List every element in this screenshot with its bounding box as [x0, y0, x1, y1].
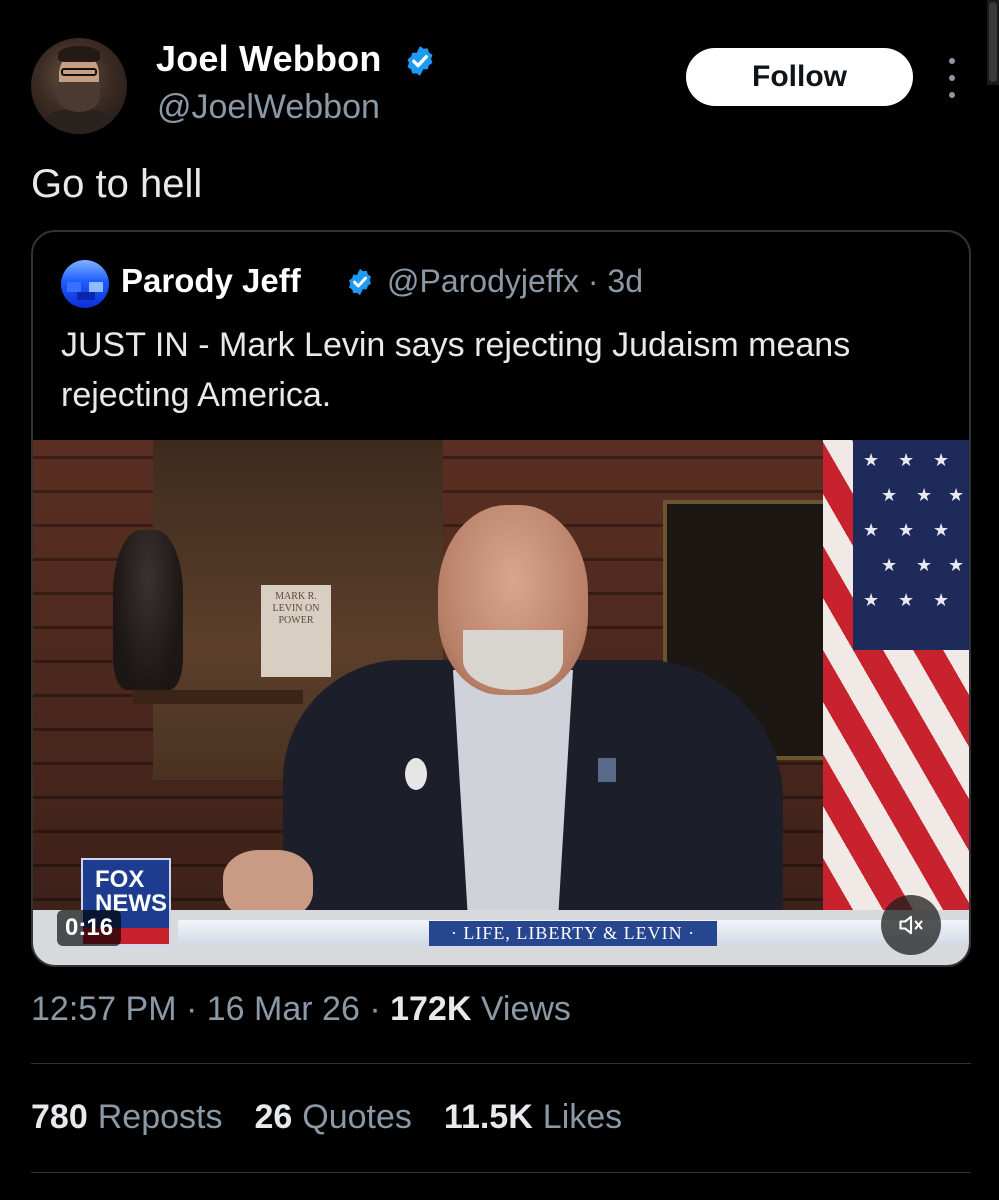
star-icon: ★ — [933, 520, 950, 540]
author-avatar[interactable] — [31, 38, 127, 134]
reposts-count: 780 — [31, 1098, 88, 1136]
star-icon: ★ — [863, 450, 880, 470]
star-icon: ★ — [881, 485, 898, 505]
video-lapel-pin — [405, 758, 427, 790]
star-icon: ★ — [898, 590, 915, 610]
video-player[interactable]: MARK R. LEVIN ON POWER ★ ★ ★ ★ ★ ★ ★ ★ ★… — [33, 440, 969, 965]
video-shelf — [133, 690, 303, 704]
quoted-display-name[interactable]: Parody Jeff — [121, 262, 301, 300]
scrollbar-thumb[interactable] — [989, 2, 997, 82]
views-count: 172K — [390, 990, 472, 1028]
avatar-pixel — [89, 282, 103, 292]
engagement-stats: 780 Reposts 26 Quotes 11.5K Likes — [31, 1098, 622, 1137]
divider — [31, 1172, 971, 1173]
avatar-pixel — [77, 292, 95, 300]
quotes-count: 26 — [254, 1098, 293, 1136]
views-label: Views — [480, 990, 571, 1028]
separator-dot: · — [587, 263, 599, 299]
reposts-stat[interactable]: 780 Reposts — [31, 1098, 222, 1137]
quotes-stat[interactable]: 26 Quotes — [254, 1098, 411, 1137]
likes-label: Likes — [542, 1098, 623, 1136]
quoted-handle[interactable]: @Parodyjeffx — [387, 263, 579, 299]
tweet-time[interactable]: 12:57 PM — [31, 990, 177, 1028]
author-handle[interactable]: @JoelWebbon — [157, 88, 380, 127]
lower-third-bar: · LIFE, LIBERTY & LEVIN · — [178, 920, 968, 946]
star-icon: ★ — [916, 555, 933, 575]
follow-button[interactable]: Follow — [686, 48, 913, 106]
page-scrollbar[interactable] — [987, 0, 999, 85]
author-display-name[interactable]: Joel Webbon — [156, 38, 382, 80]
star-icon: ★ — [948, 485, 965, 505]
avatar-pixel — [67, 282, 81, 292]
video-time-remaining: 0:16 — [57, 910, 122, 946]
star-icon: ★ — [933, 590, 950, 610]
likes-count: 11.5K — [443, 1098, 533, 1136]
quotes-label: Quotes — [302, 1098, 412, 1136]
verified-badge-icon — [407, 46, 433, 76]
lower-third-text: · LIFE, LIBERTY & LEVIN · — [428, 920, 718, 946]
more-dot — [949, 58, 955, 64]
video-flag: ★ ★ ★ ★ ★ ★ ★ ★ ★ ★ ★ ★ ★ ★ ★ — [823, 440, 969, 910]
more-dot — [949, 75, 955, 81]
separator-dot: · — [369, 990, 381, 1028]
video-flag-pin — [598, 758, 616, 782]
star-icon: ★ — [863, 520, 880, 540]
tweet-text: Go to hell — [31, 162, 203, 206]
quoted-handle-line: @Parodyjeffx · 3d — [387, 263, 643, 300]
more-dot — [949, 92, 955, 98]
quoted-tweet-text: JUST IN - Mark Levin says rejecting Juda… — [61, 326, 851, 414]
channel-logo-top: FOX — [95, 866, 145, 893]
star-icon: ★ — [933, 450, 950, 470]
avatar-hair — [58, 46, 100, 62]
avatar-glasses — [61, 68, 97, 76]
video-book: MARK R. LEVIN ON POWER — [261, 585, 331, 677]
quoted-author-avatar[interactable] — [61, 260, 109, 308]
mute-button[interactable] — [881, 895, 941, 955]
star-icon: ★ — [916, 485, 933, 505]
reposts-label: Reposts — [97, 1098, 223, 1136]
quoted-age[interactable]: 3d — [607, 263, 643, 299]
video-statue — [113, 530, 183, 690]
quoted-tweet-card[interactable]: Parody Jeff @Parodyjeffx · 3d JUST IN - … — [31, 230, 971, 967]
star-icon: ★ — [948, 555, 965, 575]
tweet-meta: 12:57 PM · 16 Mar 26 · 172K Views — [31, 990, 571, 1029]
tweet-date[interactable]: 16 Mar 26 — [207, 990, 360, 1028]
divider — [31, 1063, 971, 1064]
more-options-icon[interactable] — [940, 58, 964, 98]
verified-badge-icon — [349, 268, 371, 296]
flag-canton: ★ ★ ★ ★ ★ ★ ★ ★ ★ ★ ★ ★ ★ ★ ★ — [853, 440, 969, 650]
separator-dot: · — [185, 990, 198, 1028]
star-icon: ★ — [863, 590, 880, 610]
mute-icon — [899, 915, 923, 935]
video-person-beard — [463, 630, 563, 690]
star-icon: ★ — [881, 555, 898, 575]
avatar-beard — [58, 82, 100, 112]
star-icon: ★ — [898, 450, 915, 470]
likes-stat[interactable]: 11.5K Likes — [444, 1098, 622, 1137]
star-icon: ★ — [898, 520, 915, 540]
